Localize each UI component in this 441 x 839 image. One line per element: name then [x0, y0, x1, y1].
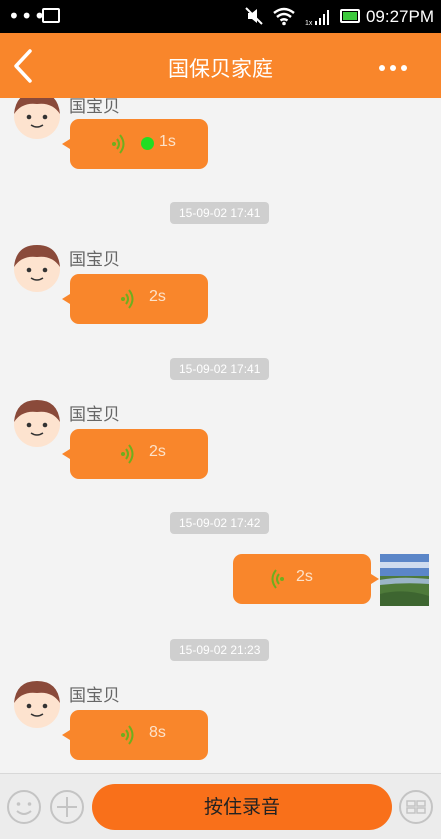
- keyboard-icon[interactable]: [398, 789, 434, 825]
- voice-duration: 2s: [149, 443, 166, 460]
- timestamp: 15-09-02 17:41: [170, 358, 270, 380]
- signal-icon: 1x: [305, 10, 329, 26]
- avatar: [14, 681, 60, 728]
- avatar: [14, 400, 60, 447]
- header: 国保贝家庭: [0, 33, 441, 98]
- voice-wave-icon: [112, 134, 125, 154]
- sender-name: 国宝贝: [69, 98, 120, 117]
- status-bar: ••• 1x 09:27PM: [0, 0, 441, 33]
- sender-name: 国宝贝: [69, 250, 120, 270]
- sender-name: 国宝贝: [69, 405, 120, 425]
- wifi-icon: [273, 7, 295, 26]
- sender-name: 国宝贝: [69, 686, 120, 706]
- my-avatar-photo: [380, 554, 429, 606]
- avatar: [14, 98, 60, 139]
- clock: 09:27PM: [365, 7, 434, 26]
- plus-icon[interactable]: [49, 789, 85, 825]
- input-bar: 按住录音: [0, 773, 441, 839]
- hold-to-record-button[interactable]: 按住录音: [92, 784, 392, 830]
- voice-message-bubble[interactable]: 1s: [62, 119, 208, 169]
- voice-message-bubble[interactable]: 2s: [62, 274, 208, 324]
- voice-message-bubble[interactable]: 2s: [233, 554, 379, 604]
- emoji-icon[interactable]: [6, 789, 42, 825]
- page-title: 国保贝家庭: [168, 57, 273, 81]
- mute-icon: [245, 7, 263, 25]
- battery-icon: [340, 9, 360, 23]
- chat-message-list[interactable]: 国宝贝 1s 15-09-02 17:41 国宝贝 2s 15-09-02 17…: [0, 98, 441, 773]
- notification-dots: •••: [8, 4, 47, 28]
- voice-wave-icon: [121, 444, 134, 464]
- message-item: 国宝贝 1s: [0, 98, 441, 178]
- more-menu-icon[interactable]: [379, 61, 411, 75]
- message-item: 2s: [0, 550, 441, 610]
- voice-duration: 8s: [149, 724, 166, 741]
- image-notification-icon: [42, 8, 60, 23]
- message-item: 国宝贝 8s: [0, 676, 441, 771]
- voice-wave-icon: [121, 725, 134, 745]
- voice-duration: 2s: [296, 568, 313, 585]
- message-item: 国宝贝 2s: [0, 240, 441, 330]
- network-type-label: 1x: [305, 20, 313, 26]
- message-item: 国宝贝 2s: [0, 395, 441, 485]
- voice-wave-icon: [271, 569, 284, 589]
- avatar: [14, 245, 60, 292]
- timestamp: 15-09-02 21:23: [170, 639, 270, 661]
- voice-message-bubble[interactable]: 8s: [62, 710, 208, 760]
- timestamp: 15-09-02 17:42: [170, 512, 270, 534]
- voice-duration: 1s: [159, 133, 176, 150]
- timestamp: 15-09-02 17:41: [170, 202, 270, 224]
- voice-message-bubble[interactable]: 2s: [62, 429, 208, 479]
- unread-dot: [141, 137, 154, 150]
- voice-wave-icon: [121, 289, 134, 309]
- voice-duration: 2s: [149, 288, 166, 305]
